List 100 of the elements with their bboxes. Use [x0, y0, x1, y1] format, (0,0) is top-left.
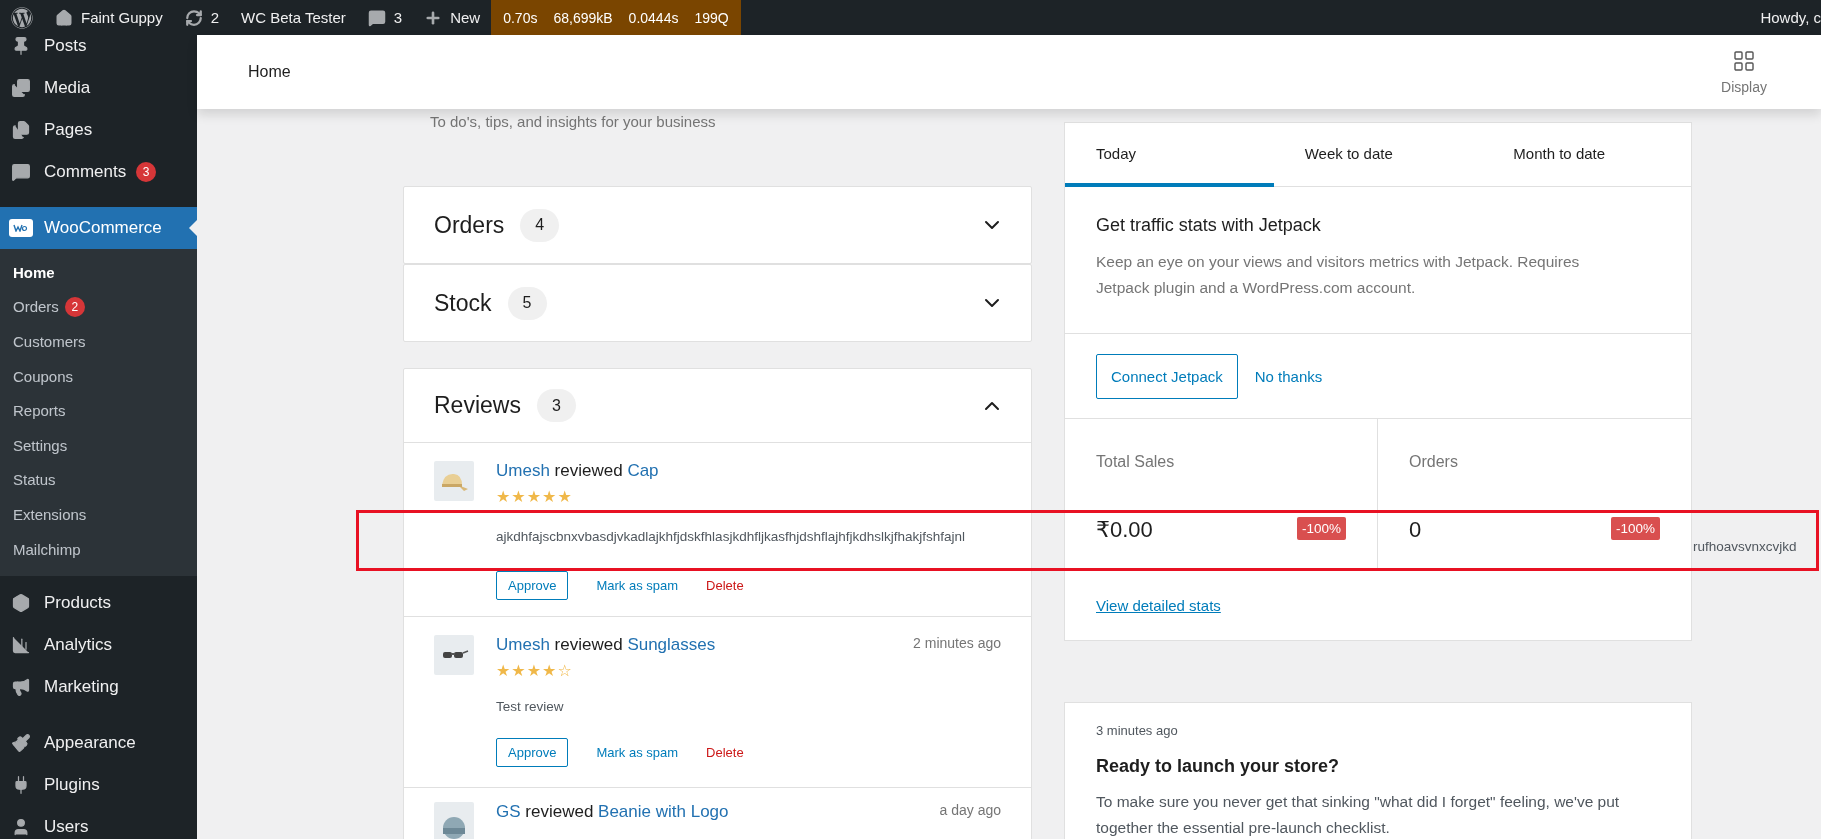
review-time: a day ago	[939, 802, 1001, 818]
approve-button[interactable]: Approve	[496, 571, 569, 600]
review-title: Umesh reviewed Sunglasses	[496, 635, 716, 655]
review-title: Umesh reviewed Cap	[496, 461, 659, 481]
count-badge: 2	[64, 296, 85, 317]
jetpack-title: Get traffic stats with Jetpack	[1096, 215, 1322, 236]
panel-title[interactable]: Orders	[434, 211, 505, 239]
submenu-item[interactable]: Status	[0, 462, 197, 498]
sidebar-item[interactable]: Posts	[0, 35, 197, 67]
product-link[interactable]: Beanie with Logo	[598, 802, 729, 821]
sidebar-item[interactable]: Appearance	[0, 722, 197, 765]
connect-jetpack-button[interactable]: Connect Jetpack	[1096, 354, 1238, 399]
wordpress-logo-icon[interactable]	[11, 6, 33, 29]
submenu-item[interactable]: Coupons	[0, 358, 197, 394]
filled-star-icon: ★	[542, 663, 557, 679]
speech-bubble-icon	[11, 162, 31, 182]
view-stats-link[interactable]: View detailed stats	[1096, 597, 1221, 614]
spam-button[interactable]: Mark as spam	[596, 745, 679, 760]
empty-star-icon: ☆	[557, 663, 572, 679]
sidebar-item[interactable]: Pages	[0, 109, 197, 151]
panel-title[interactable]: Reviews	[434, 392, 521, 419]
metric-label: Total Sales	[1096, 453, 1176, 471]
sidebar-item[interactable]: Media	[0, 67, 197, 109]
delete-button[interactable]: Delete	[706, 745, 744, 760]
period-tab[interactable]: Month to date	[1482, 123, 1691, 187]
author-link[interactable]: GS	[496, 802, 521, 821]
filled-star-icon: ★	[496, 489, 511, 505]
filled-star-icon: ★	[526, 489, 542, 505]
delete-button[interactable]: Delete	[706, 578, 744, 593]
box-icon	[11, 593, 31, 614]
debug-stat: 68,699kB	[552, 9, 614, 26]
megaphone-icon	[11, 677, 31, 698]
submenu-item[interactable]: Orders 2	[0, 289, 197, 325]
debug-stat: 0.0444s	[627, 9, 680, 26]
change-badge: -100%	[1610, 517, 1660, 540]
bar-chart-icon	[11, 635, 31, 656]
submenu-item[interactable]: Reports	[0, 393, 197, 428]
product-link[interactable]: Cap	[627, 461, 659, 480]
filled-star-icon: ★	[511, 663, 526, 679]
approve-button[interactable]: Approve	[496, 738, 569, 767]
debug-stat: 0.70s	[502, 9, 539, 26]
submenu-item[interactable]: Settings	[0, 427, 197, 463]
count-badge: 5	[507, 286, 547, 320]
layout-grid-icon	[1732, 49, 1757, 73]
media-icon	[11, 78, 31, 98]
speech-bubble-icon	[367, 8, 386, 27]
comments-link[interactable]: 3	[356, 0, 414, 35]
updates-link[interactable]: 2	[173, 0, 231, 35]
page-title: Home	[248, 63, 291, 81]
sidebar-item[interactable]: Plugins	[0, 764, 197, 807]
pages-icon	[11, 120, 31, 140]
submenu-item[interactable]: Home	[0, 255, 197, 290]
count-badge: 3	[536, 389, 576, 422]
metric-value: ₹0.00	[1096, 517, 1153, 543]
metric-label: Orders	[1409, 453, 1459, 471]
filled-star-icon: ★	[526, 663, 542, 679]
period-tab[interactable]: Week to date	[1273, 123, 1483, 187]
author-link[interactable]: Umesh	[496, 635, 550, 654]
filled-star-icon: ★	[496, 663, 511, 679]
filled-star-icon: ★	[511, 489, 526, 505]
menu-pointer	[189, 220, 197, 236]
plugin-link[interactable]: WC Beta Tester	[230, 0, 357, 35]
period-tab[interactable]: Today	[1065, 123, 1274, 187]
count-badge: 4	[520, 208, 560, 242]
count-badge: 3	[136, 162, 157, 182]
sidebar-item[interactable]: WooCommerce	[0, 207, 197, 249]
product-link[interactable]: Sunglasses	[627, 635, 716, 654]
review-title: GS reviewed Beanie with Logo	[496, 802, 729, 822]
woocommerce-logo-icon	[9, 219, 33, 237]
jetpack-description: Keep an eye on your views and visitors metrics with Jetpack. Requires Jetpack plugin and a WordPress.com account.	[1096, 252, 1581, 298]
task-title: Ready to launch your store?	[1096, 756, 1341, 777]
site-link[interactable]: Faint Guppy	[44, 0, 174, 35]
sidebar-item[interactable]: Comments 3	[0, 151, 197, 193]
change-badge: -100%	[1296, 517, 1346, 540]
sidebar-item[interactable]: Users	[0, 806, 197, 839]
review-text: ajkdhfajscbnxvbasdjvkadlajkhfjdskfhlasjkdhfljkasfhjdshflajhfjkdhslkjfhakjfshfajnl	[496, 529, 966, 544]
submenu-item[interactable]: Customers	[0, 324, 197, 359]
metric-value: 0	[1409, 517, 1422, 543]
spam-button[interactable]: Mark as spam	[596, 578, 679, 593]
new-link[interactable]: New	[413, 0, 492, 35]
no-thanks-button[interactable]: No thanks	[1254, 368, 1323, 385]
task-description: To make sure you never get that sinking "what did I forget" feeling, we've put together the essential pre-launch checklist.	[1096, 792, 1621, 838]
sidebar-item[interactable]: Analytics	[0, 624, 197, 667]
sidebar-item[interactable]: Products	[0, 582, 197, 625]
filled-star-icon: ★	[542, 489, 557, 505]
review-text: Test review	[496, 699, 565, 714]
submenu-item[interactable]: Extensions	[0, 497, 197, 532]
debug-bar[interactable]: 0.70s 68,699kB 0.0444s 199Q	[491, 0, 741, 35]
display-button[interactable]: Display	[1721, 49, 1767, 95]
debug-stat: 199Q	[693, 9, 730, 26]
review-text: rufhoavsvnxcvjkd	[1693, 539, 1797, 554]
filled-star-icon: ★	[557, 489, 572, 505]
task-time: 3 minutes ago	[1096, 723, 1179, 738]
author-link[interactable]: Umesh	[496, 461, 550, 480]
submenu-item[interactable]: Mailchimp	[0, 531, 197, 567]
sidebar-item[interactable]: Marketing	[0, 666, 197, 709]
account-greeting[interactable]: Howdy, c	[1760, 9, 1821, 26]
page-subtitle: To do's, tips, and insights for your business	[429, 112, 717, 132]
panel-title[interactable]: Stock	[434, 289, 492, 317]
home-icon	[55, 8, 73, 27]
